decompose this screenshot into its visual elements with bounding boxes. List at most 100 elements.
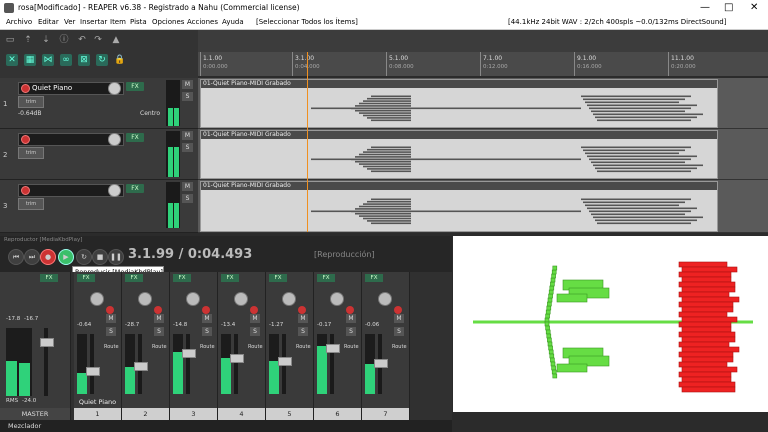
save-project-icon[interactable]: ⇣ xyxy=(40,34,52,46)
volume-knob[interactable] xyxy=(108,133,121,146)
fx-button[interactable]: FX xyxy=(126,133,144,142)
strip-solo-button[interactable]: S xyxy=(346,327,356,336)
strip-route-label[interactable]: Route xyxy=(248,344,263,350)
strip-record-arm[interactable] xyxy=(298,306,306,314)
mixer-tab[interactable]: Mezclador xyxy=(8,422,41,430)
strip-fader-track[interactable] xyxy=(234,334,238,394)
midi-item[interactable]: 01-Quiet Piano-MIDI Grabado xyxy=(200,130,718,179)
menu-pista[interactable]: Pista xyxy=(130,18,147,26)
strip-fx-button[interactable]: FX xyxy=(173,274,191,282)
envelope-button[interactable]: trim xyxy=(18,147,44,159)
minimize-button[interactable]: — xyxy=(700,2,710,13)
grid-icon[interactable]: ✕ xyxy=(6,54,18,66)
track-lane-1[interactable]: 01-Quiet Piano-MIDI Grabado xyxy=(198,78,768,129)
track-panel-3[interactable]: 3 FX trim MS xyxy=(0,180,198,233)
strip-fx-button[interactable]: FX xyxy=(221,274,239,282)
pan-knob[interactable] xyxy=(186,292,200,306)
midi-item[interactable]: 01-Quiet Piano-MIDI Grabado xyxy=(200,79,718,128)
strip-fx-button[interactable]: FX xyxy=(317,274,335,282)
strip-fader[interactable] xyxy=(86,366,100,376)
mute-button[interactable]: M xyxy=(182,182,193,191)
solo-button[interactable]: S xyxy=(182,143,193,152)
strip-fader[interactable] xyxy=(278,356,292,366)
solo-button[interactable]: S xyxy=(182,92,193,101)
strip-route-label[interactable]: Route xyxy=(152,344,167,350)
stop-button[interactable]: ■ xyxy=(92,249,108,265)
strip-solo-button[interactable]: S xyxy=(106,327,116,336)
strip-fader-track[interactable] xyxy=(90,334,94,394)
pan-knob[interactable] xyxy=(90,292,104,306)
track-panel-1[interactable]: 1 Quiet Piano FX trim -0.64dB Centro MS xyxy=(0,78,198,129)
volume-knob[interactable] xyxy=(108,82,121,95)
metronome-icon[interactable]: ▲ xyxy=(110,34,122,46)
fx-button[interactable]: FX xyxy=(126,82,144,91)
strip-route-label[interactable]: Route xyxy=(200,344,215,350)
strip-mute-button[interactable]: M xyxy=(106,314,116,323)
envelope-button[interactable]: trim xyxy=(18,96,44,108)
strip-solo-button[interactable]: S xyxy=(154,327,164,336)
new-project-icon[interactable]: ▭ xyxy=(4,34,16,46)
midi-item[interactable]: 01-Quiet Piano-MIDI Grabado xyxy=(200,181,718,232)
menu-insertar[interactable]: Insertar xyxy=(80,18,107,26)
strip-fader-track[interactable] xyxy=(330,334,334,394)
strip-fader[interactable] xyxy=(230,354,244,363)
menu-acciones[interactable]: Acciones xyxy=(187,18,218,26)
go-to-end-button[interactable]: ⏭ xyxy=(24,249,40,265)
record-arm-button[interactable] xyxy=(21,84,30,93)
pan-knob[interactable] xyxy=(282,292,296,306)
menu-ayuda[interactable]: Ayuda xyxy=(222,18,244,26)
group-icon[interactable]: ∞ xyxy=(60,54,72,66)
strip-mute-button[interactable]: M xyxy=(346,314,356,323)
strip-record-arm[interactable] xyxy=(154,306,162,314)
fx-button[interactable]: FX xyxy=(126,184,144,193)
menu-opciones[interactable]: Opciones xyxy=(152,18,184,26)
strip-fader[interactable] xyxy=(134,361,148,371)
strip-mute-button[interactable]: M xyxy=(202,314,212,323)
strip-mute-button[interactable]: M xyxy=(394,314,404,323)
menu-editar[interactable]: Editar xyxy=(38,18,59,26)
record-arm-button[interactable] xyxy=(21,135,30,144)
pan-knob[interactable] xyxy=(138,292,152,306)
go-to-start-button[interactable]: ⏮ xyxy=(8,249,24,265)
record-arm-button[interactable] xyxy=(21,186,30,195)
strip-fx-button[interactable]: FX xyxy=(269,274,287,282)
strip-route-label[interactable]: Route xyxy=(104,344,119,350)
pan-knob[interactable] xyxy=(330,292,344,306)
pause-button[interactable]: ❚❚ xyxy=(108,249,124,265)
project-settings-icon[interactable]: ⓘ xyxy=(58,34,70,46)
strip-fx-button[interactable]: FX xyxy=(365,274,383,282)
menu-archivo[interactable]: Archivo xyxy=(6,18,32,26)
track-lane-2[interactable]: 01-Quiet Piano-MIDI Grabado xyxy=(198,129,768,180)
menu-ver[interactable]: Ver xyxy=(64,18,75,26)
track-panel-2[interactable]: 2 FX trim MS xyxy=(0,129,198,180)
strip-route-label[interactable]: Route xyxy=(344,344,359,350)
volume-knob[interactable] xyxy=(108,184,121,197)
strip-record-arm[interactable] xyxy=(250,306,258,314)
track-lane-3[interactable]: 01-Quiet Piano-MIDI Grabado xyxy=(198,180,768,233)
master-fx-button[interactable]: FX xyxy=(40,274,58,282)
strip-mute-button[interactable]: M xyxy=(298,314,308,323)
strip-record-arm[interactable] xyxy=(202,306,210,314)
loop-icon[interactable]: ↻ xyxy=(96,54,108,66)
strip-fader-track[interactable] xyxy=(186,334,190,394)
envelope-icon[interactable]: ⊠ xyxy=(78,54,90,66)
master-fader[interactable] xyxy=(40,338,54,347)
redo-icon[interactable]: ↷ xyxy=(92,34,104,46)
strip-fx-button[interactable]: FX xyxy=(77,274,95,282)
strip-fader[interactable] xyxy=(326,344,340,353)
strip-fader[interactable] xyxy=(182,349,196,358)
strip-route-label[interactable]: Route xyxy=(296,344,311,350)
snap-icon[interactable]: ▦ xyxy=(24,54,36,66)
strip-fx-button[interactable]: FX xyxy=(125,274,143,282)
open-project-icon[interactable]: ⇡ xyxy=(22,34,34,46)
strip-solo-button[interactable]: S xyxy=(250,327,260,336)
strip-solo-button[interactable]: S xyxy=(298,327,308,336)
close-button[interactable]: ✕ xyxy=(750,2,758,13)
strip-record-arm[interactable] xyxy=(346,306,354,314)
strip-solo-button[interactable]: S xyxy=(394,327,404,336)
mute-button[interactable]: M xyxy=(182,131,193,140)
envelope-button[interactable]: trim xyxy=(18,198,44,210)
solo-button[interactable]: S xyxy=(182,194,193,203)
repeat-button[interactable]: ↻ xyxy=(76,249,92,265)
menu-item[interactable]: Item xyxy=(110,18,126,26)
